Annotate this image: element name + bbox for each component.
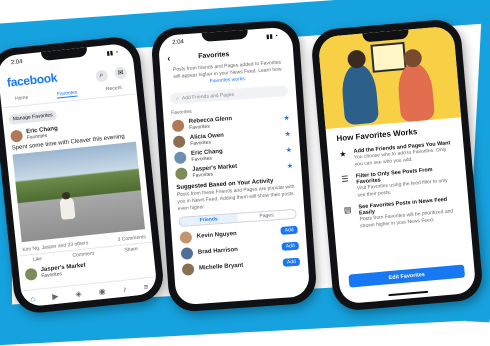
- newsfeed-icon: ▤: [343, 205, 352, 215]
- menu-icon[interactable]: ≡: [143, 282, 149, 291]
- messenger-icon[interactable]: ✉: [113, 66, 128, 80]
- groups-icon[interactable]: ◉: [98, 286, 106, 296]
- tab-favorites[interactable]: Favorites: [56, 89, 78, 99]
- avatar: [175, 167, 188, 181]
- signal-icon: ▮▮ ◔: [106, 49, 119, 57]
- add-button[interactable]: Add: [280, 225, 298, 235]
- avatar[interactable]: [10, 129, 24, 143]
- learn-how-link[interactable]: Favorites works.: [210, 75, 247, 84]
- filter-icon: ☰: [341, 174, 349, 184]
- avatar[interactable]: [24, 267, 38, 281]
- star-icon[interactable]: ★: [284, 130, 291, 138]
- feed-post: Eric Chang Favorites Spent some time wit…: [4, 114, 152, 246]
- avatar: [179, 230, 193, 244]
- star-icon[interactable]: ★: [283, 114, 290, 122]
- add-button[interactable]: Add: [282, 257, 301, 267]
- phone-favorites-list: 2:04 ▮▮ ◔ ‹ Favorites Posts from friends…: [150, 19, 318, 313]
- dog-image: [59, 196, 76, 220]
- phone-feed: 2:04 ▮▮ ◔ facebook ⌕ ✉ Home Favorites Re…: [0, 34, 166, 316]
- avatar: [173, 151, 187, 165]
- signal-icon: ▮▮ ◔: [265, 33, 279, 40]
- manage-favorites-button[interactable]: Manage Favorites: [8, 109, 58, 125]
- bell-icon[interactable]: ♪: [122, 284, 127, 293]
- suggested-name: Michelle Bryant: [198, 262, 244, 272]
- edit-favorites-button[interactable]: Edit Favorites: [348, 264, 466, 288]
- suggested-name: Brad Harrison: [197, 246, 239, 256]
- tab-friends[interactable]: Friends: [179, 213, 238, 226]
- status-time: 2:04: [10, 59, 23, 67]
- manage-favorites-label: Manage Favorites: [12, 112, 53, 123]
- comment-button[interactable]: Comment: [72, 251, 94, 259]
- photo-frame-illustration: [370, 41, 407, 73]
- illustration: [317, 25, 462, 130]
- avatar: [171, 119, 185, 133]
- tab-recent[interactable]: Recent: [106, 85, 122, 94]
- back-arrow-icon[interactable]: ‹: [167, 53, 171, 63]
- watch-icon[interactable]: ▶: [52, 291, 59, 301]
- status-time: 2:04: [172, 39, 185, 46]
- how-screen: How Favorites Works ★ Add the Friends an…: [317, 25, 477, 305]
- page-title: Favorites: [198, 50, 230, 60]
- home-icon[interactable]: ⌂: [30, 294, 36, 303]
- tab-home[interactable]: Home: [15, 95, 29, 103]
- search-icon: ⌕: [175, 95, 180, 102]
- search-placeholder: Add Friends and Pages: [181, 91, 235, 102]
- post-photo[interactable]: [12, 141, 146, 243]
- like-button[interactable]: Like: [33, 256, 43, 263]
- tab-pages[interactable]: Pages: [237, 209, 295, 221]
- favorites-screen: 2:04 ▮▮ ◔ ‹ Favorites Posts from friends…: [157, 26, 311, 306]
- suggested-name: Kevin Nguyen: [196, 230, 237, 240]
- search-icon[interactable]: ⌕: [94, 69, 108, 83]
- star-icon[interactable]: ★: [285, 146, 293, 154]
- star-icon: ★: [338, 149, 347, 159]
- add-button[interactable]: Add: [281, 241, 299, 251]
- star-icon[interactable]: ★: [287, 162, 294, 170]
- person-illustration: [396, 61, 436, 123]
- marketplace-icon[interactable]: ◈: [75, 289, 82, 299]
- share-button[interactable]: Share: [124, 246, 138, 253]
- avatar: [181, 262, 195, 276]
- feed-screen: 2:04 ▮▮ ◔ facebook ⌕ ✉ Home Favorites Re…: [0, 42, 158, 308]
- avatar: [172, 135, 186, 149]
- facebook-logo: facebook: [6, 70, 58, 90]
- avatar: [180, 246, 194, 260]
- phone-how-favorites-works: How Favorites Works ★ Add the Friends an…: [309, 17, 485, 313]
- home-indicator: [388, 290, 429, 297]
